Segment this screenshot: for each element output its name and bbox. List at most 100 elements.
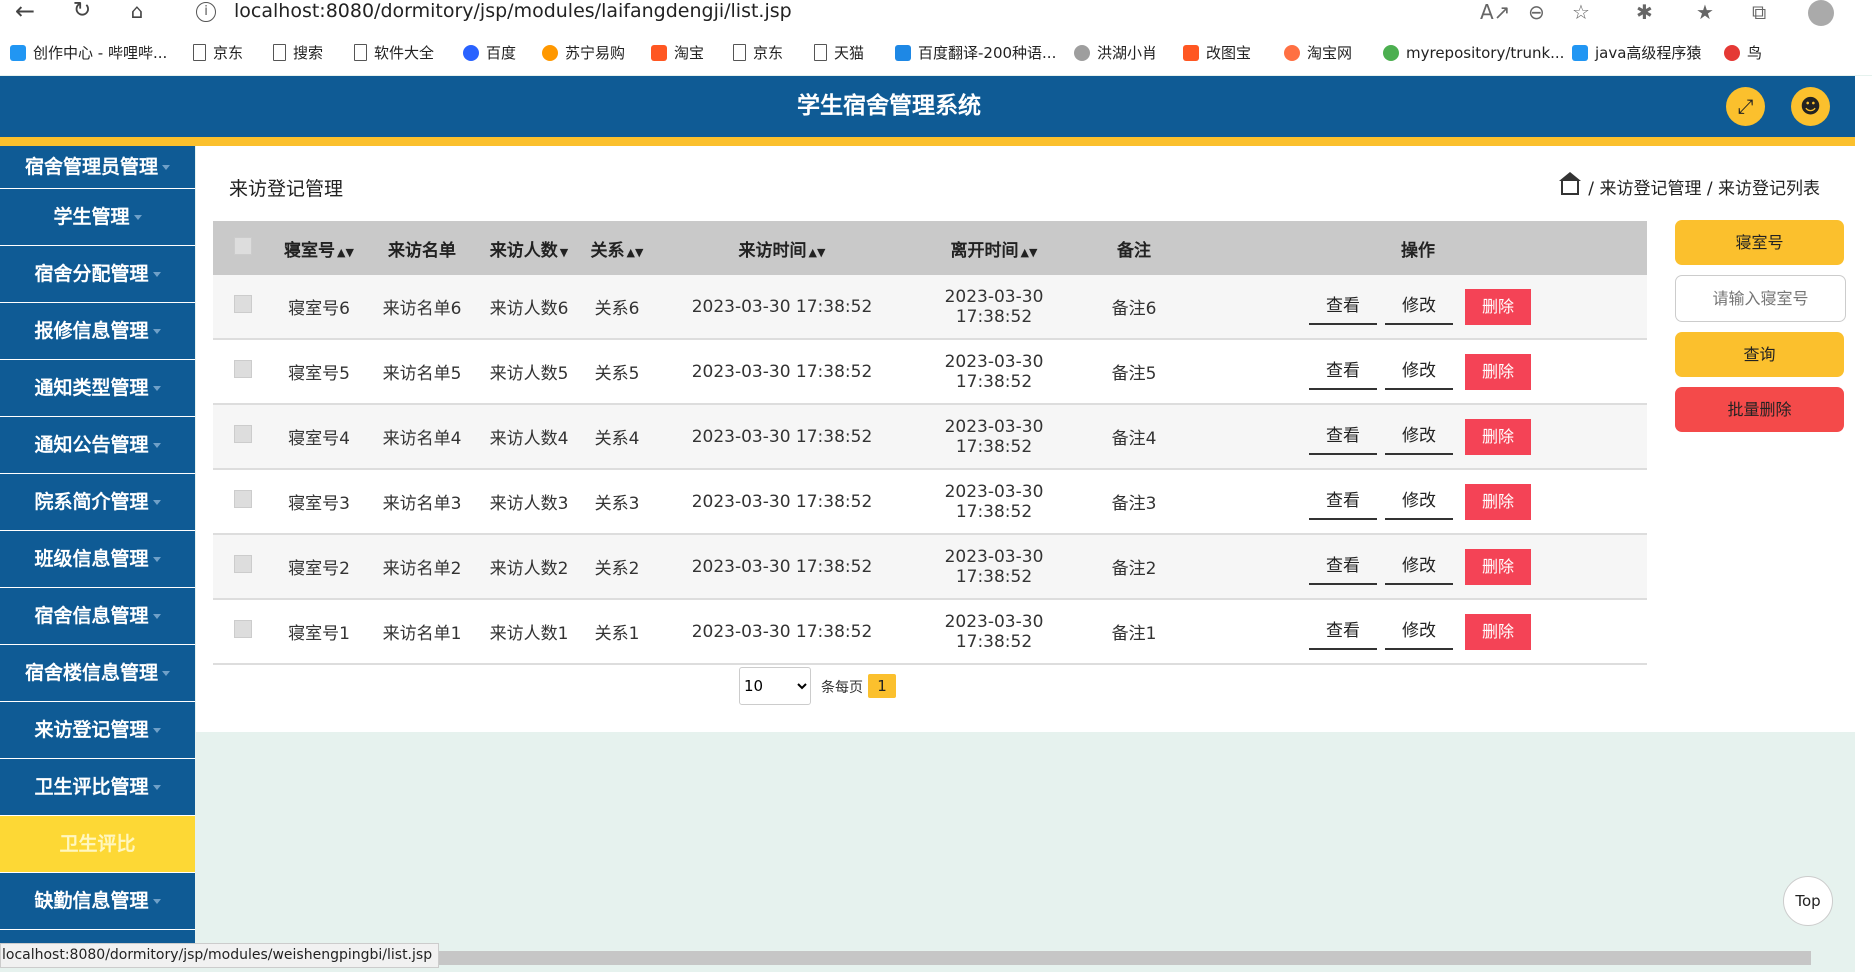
row-checkbox[interactable] <box>234 425 252 443</box>
bookmark-item[interactable]: 百度翻译-200种语... <box>895 40 1056 66</box>
home-icon[interactable] <box>1558 172 1581 195</box>
row-checkbox[interactable] <box>234 360 252 378</box>
row-checkbox[interactable] <box>234 555 252 573</box>
sidebar-item-classes[interactable]: 班级信息管理 <box>0 531 195 588</box>
hawk-icon <box>1074 45 1090 61</box>
cell-actions: 查看 修改 删除 <box>1189 534 1647 600</box>
profile-avatar[interactable] <box>1808 0 1834 26</box>
delete-button[interactable]: 删除 <box>1465 418 1531 455</box>
sidebar-item-absence[interactable]: 缺勤信息管理 <box>0 873 195 930</box>
bookmark-item[interactable]: java高级程序猿 <box>1572 40 1701 66</box>
extensions-icon[interactable]: ✱ <box>1636 0 1653 24</box>
sidebar-item-dorm-assign[interactable]: 宿舍分配管理 <box>0 246 195 303</box>
home-button-icon[interactable]: ⌂ <box>122 0 152 24</box>
sidebar-item-dorms[interactable]: 宿舍信息管理 <box>0 588 195 645</box>
sidebar-subitem-hygiene-rating[interactable]: 卫生评比 <box>0 816 195 873</box>
sidebar-item-notices[interactable]: 通知公告管理 <box>0 417 195 474</box>
user-icon[interactable]: ☻ <box>1791 87 1830 126</box>
sidebar-item-repairs[interactable]: 报修信息管理 <box>0 303 195 360</box>
collections-icon[interactable]: ⧉ <box>1752 0 1766 24</box>
bookmark-item[interactable]: 苏宁易购 <box>542 40 625 66</box>
baidu-icon <box>463 45 479 61</box>
batch-delete-button[interactable]: 批量删除 <box>1675 387 1844 432</box>
sidebar-item-hygiene[interactable]: 卫生评比管理 <box>0 759 195 816</box>
bookmark-item[interactable]: 搜索 <box>273 40 323 66</box>
delete-button[interactable]: 删除 <box>1465 353 1531 390</box>
site-info-icon[interactable]: i <box>196 2 216 22</box>
bookmark-item[interactable]: 创作中心 - 哔哩哔... <box>10 40 167 66</box>
edit-button[interactable]: 修改 <box>1385 289 1453 325</box>
delete-button[interactable]: 删除 <box>1465 483 1531 520</box>
query-button[interactable]: 查询 <box>1675 332 1844 377</box>
page-size-select[interactable]: 10 <box>739 667 811 705</box>
cell-visit-time: 2023-03-30 17:38:52 <box>655 469 909 535</box>
table-row: 寝室号3 来访名单3 来访人数3 关系3 2023-03-30 17:38:52 2023… <box>213 469 1647 535</box>
sidebar-item-buildings[interactable]: 宿舍楼信息管理 <box>0 645 195 702</box>
row-checkbox[interactable] <box>234 490 252 508</box>
sidebar-item-visitors[interactable]: 来访登记管理 <box>0 702 195 759</box>
bookmark-item[interactable]: 软件大全 <box>354 40 434 66</box>
sidebar-item-dorm-admin[interactable]: 宿舍管理员管理 <box>0 146 195 189</box>
zoom-icon[interactable]: ⊖ <box>1528 0 1545 24</box>
read-aloud-icon[interactable]: A↗ <box>1480 0 1510 24</box>
delete-button[interactable]: 删除 <box>1465 613 1531 650</box>
bookmark-item[interactable]: 百度 <box>463 40 516 66</box>
sidebar-item-students[interactable]: 学生管理 <box>0 189 195 246</box>
breadcrumb-item[interactable]: 来访登记管理 <box>1599 179 1701 199</box>
cell-remark: 备注3 <box>1079 469 1189 535</box>
edit-button[interactable]: 修改 <box>1385 484 1453 520</box>
view-button[interactable]: 查看 <box>1309 614 1377 650</box>
table-row: 寝室号4 来访名单4 来访人数4 关系4 2023-03-30 17:38:52 2023… <box>213 404 1647 470</box>
fullscreen-icon[interactable]: ⤢ <box>1726 87 1765 126</box>
view-button[interactable]: 查看 <box>1309 354 1377 390</box>
bookmark-item[interactable]: 天猫 <box>814 40 864 66</box>
favorite-star-icon[interactable]: ☆ <box>1572 0 1590 24</box>
sidebar-item-departments[interactable]: 院系简介管理 <box>0 474 195 531</box>
bookmark-item[interactable]: 京东 <box>733 40 783 66</box>
column-header-leave-time[interactable]: 离开时间 ▲▼ <box>909 221 1079 275</box>
table-row: 寝室号5 来访名单5 来访人数5 关系5 2023-03-30 17:38:52 2023… <box>213 339 1647 405</box>
row-checkbox[interactable] <box>234 620 252 638</box>
sidebar-item-label: 学生管理 <box>53 206 130 228</box>
bookmark-item[interactable]: 洪湖小肖 <box>1074 40 1157 66</box>
bookmark-item[interactable]: 改图宝 <box>1183 40 1251 66</box>
edit-button[interactable]: 修改 <box>1385 549 1453 585</box>
bookmark-item[interactable]: 鸟 <box>1724 40 1762 66</box>
bookmark-item[interactable]: myrepository/trunk... <box>1383 40 1564 66</box>
view-button[interactable]: 查看 <box>1309 419 1377 455</box>
sort-icon: ▲▼ <box>337 245 354 259</box>
view-button[interactable]: 查看 <box>1309 549 1377 585</box>
row-checkbox[interactable] <box>234 295 252 313</box>
delete-button[interactable]: 删除 <box>1465 288 1531 325</box>
select-all-checkbox[interactable] <box>234 236 252 255</box>
column-header-relation[interactable]: 关系 ▲▼ <box>579 221 655 275</box>
view-button[interactable]: 查看 <box>1309 289 1377 325</box>
favorites-icon[interactable]: ★ <box>1696 0 1714 24</box>
room-search-input[interactable] <box>1675 275 1846 322</box>
address-bar[interactable]: localhost:8080/dormitory/jsp/modules/lai… <box>234 0 792 22</box>
cell-remark: 备注4 <box>1079 404 1189 470</box>
edit-button[interactable]: 修改 <box>1385 354 1453 390</box>
delete-button[interactable]: 删除 <box>1465 548 1531 585</box>
sidebar-item-notice-types[interactable]: 通知类型管理 <box>0 360 195 417</box>
column-header-visit-time[interactable]: 来访时间 ▲▼ <box>655 221 909 275</box>
edit-button[interactable]: 修改 <box>1385 614 1453 650</box>
row-select-cell <box>213 469 273 535</box>
column-header-visitor-count[interactable]: 来访人数 ▼ <box>479 221 579 275</box>
back-icon[interactable]: ← <box>10 0 40 24</box>
bird-icon <box>1724 45 1740 61</box>
reload-icon[interactable]: ↻ <box>67 0 97 24</box>
column-header-room[interactable]: 寝室号 ▲▼ <box>273 221 365 275</box>
bookmark-item[interactable]: 淘宝网 <box>1284 40 1352 66</box>
table-body: 寝室号6 来访名单6 来访人数6 关系6 2023-03-30 17:38:52 2023… <box>213 275 1647 665</box>
bookmark-item[interactable]: 京东 <box>193 40 243 66</box>
horizontal-scrollbar[interactable] <box>411 951 1811 965</box>
table-row: 寝室号1 来访名单1 来访人数1 关系1 2023-03-30 17:38:52 2023… <box>213 599 1647 665</box>
view-button[interactable]: 查看 <box>1309 484 1377 520</box>
cell-room: 寝室号4 <box>273 404 365 470</box>
bookmark-item[interactable]: 淘宝 <box>651 40 704 66</box>
page-number-button[interactable]: 1 <box>868 674 896 698</box>
cell-visitor-list: 来访名单3 <box>365 469 479 535</box>
edit-button[interactable]: 修改 <box>1385 419 1453 455</box>
back-to-top-button[interactable]: Top <box>1783 876 1833 926</box>
